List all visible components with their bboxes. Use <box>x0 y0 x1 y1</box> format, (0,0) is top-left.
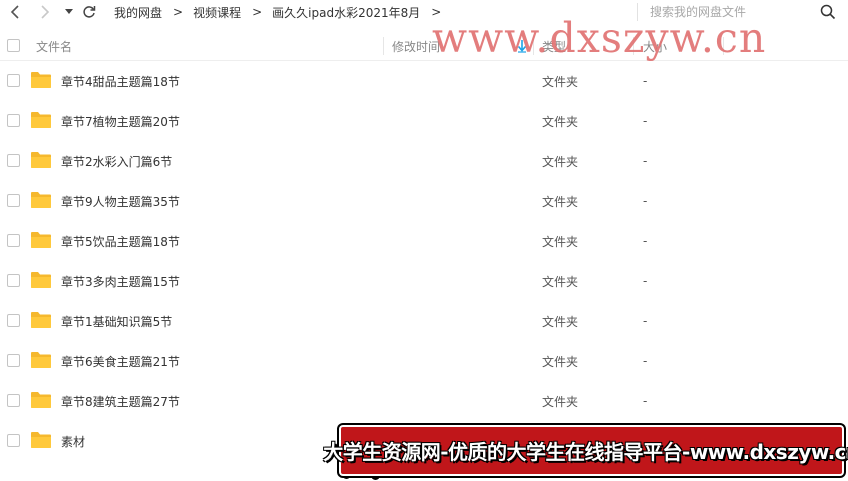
file-row[interactable]: 章节3多肉主题篇15节 文件夹 - <box>0 261 848 301</box>
file-name[interactable]: 章节5饮品主题篇18节 <box>61 221 180 261</box>
file-row[interactable]: 章节2水彩入门篇6节 文件夹 - <box>0 141 848 181</box>
file-name[interactable]: 章节7植物主题篇20节 <box>61 101 180 141</box>
file-size: - <box>643 74 648 88</box>
column-divider <box>383 37 384 55</box>
file-name[interactable]: 章节9人物主题篇35节 <box>61 181 180 221</box>
refresh-button[interactable] <box>80 2 98 22</box>
file-type: 文件夹 <box>542 274 579 289</box>
file-type: 文件夹 <box>542 354 579 369</box>
folder-icon <box>31 392 51 408</box>
file-type: 文件夹 <box>542 74 579 89</box>
folder-icon <box>31 272 51 288</box>
breadcrumb-item-current-folder[interactable]: 画久久ipad水彩2021年8月 <box>268 4 424 21</box>
history-dropdown-button[interactable] <box>62 2 76 22</box>
folder-icon <box>31 192 51 208</box>
file-type: 文件夹 <box>542 114 579 129</box>
file-row[interactable]: 章节1基础知识篇5节 文件夹 - <box>0 301 848 341</box>
row-checkbox[interactable] <box>7 314 20 327</box>
file-row[interactable]: 章节7植物主题篇20节 文件夹 - <box>0 101 848 141</box>
chevron-right-icon <box>41 5 50 19</box>
file-size: - <box>643 274 648 288</box>
file-name[interactable]: 章节4甜品主题篇18节 <box>61 61 180 101</box>
breadcrumb-item-video-courses[interactable]: 视频课程 <box>189 4 245 21</box>
column-header-name[interactable]: 文件名 <box>36 31 72 61</box>
breadcrumb: 我的网盘 > 视频课程 > 画久久ipad水彩2021年8月 > <box>110 0 447 24</box>
row-checkbox[interactable] <box>7 354 20 367</box>
watermark-url: www.dxszyw.cn <box>432 14 767 62</box>
folder-icon <box>31 312 51 328</box>
row-checkbox[interactable] <box>7 234 20 247</box>
file-type: 文件夹 <box>542 394 579 409</box>
folder-icon <box>31 232 51 248</box>
folder-icon <box>31 352 51 368</box>
file-size: - <box>643 394 648 408</box>
file-type: 文件夹 <box>542 234 579 249</box>
row-checkbox[interactable] <box>7 194 20 207</box>
file-size: - <box>643 234 648 248</box>
file-name[interactable]: 素材 <box>61 421 85 461</box>
file-type: 文件夹 <box>542 194 579 209</box>
row-checkbox[interactable] <box>7 114 20 127</box>
select-all-checkbox[interactable] <box>7 39 20 52</box>
back-button[interactable] <box>6 2 24 22</box>
row-checkbox[interactable] <box>7 394 20 407</box>
file-size: - <box>643 354 648 368</box>
file-size: - <box>643 154 648 168</box>
file-type: 文件夹 <box>542 154 579 169</box>
folder-icon <box>31 432 51 448</box>
file-name[interactable]: 章节3多肉主题篇15节 <box>61 261 180 301</box>
file-size: - <box>643 114 648 128</box>
file-name[interactable]: 章节2水彩入门篇6节 <box>61 141 172 181</box>
row-checkbox[interactable] <box>7 274 20 287</box>
breadcrumb-item-my-drive[interactable]: 我的网盘 <box>110 4 166 21</box>
file-name[interactable]: 章节6美食主题篇21节 <box>61 341 180 381</box>
watermark-banner-text: 大学生资源网-优质的大学生在线指导平台-www.dxszyw.cn <box>323 440 848 464</box>
file-type: 文件夹 <box>542 314 579 329</box>
row-checkbox[interactable] <box>7 74 20 87</box>
file-size: - <box>643 314 648 328</box>
breadcrumb-separator: > <box>173 5 184 19</box>
forward-button[interactable] <box>36 2 54 22</box>
folder-icon <box>31 72 51 88</box>
search-icon[interactable] <box>820 4 836 20</box>
breadcrumb-separator: > <box>252 5 263 19</box>
folder-icon <box>31 152 51 168</box>
folder-icon <box>31 112 51 128</box>
file-name[interactable]: 章节8建筑主题篇27节 <box>61 381 180 421</box>
caret-down-icon <box>65 9 73 14</box>
file-row[interactable]: 章节9人物主题篇35节 文件夹 - <box>0 181 848 221</box>
refresh-icon <box>83 6 96 18</box>
chevron-left-icon <box>10 5 19 19</box>
file-row[interactable]: 章节4甜品主题篇18节 文件夹 - <box>0 61 848 101</box>
file-name[interactable]: 章节1基础知识篇5节 <box>61 301 172 341</box>
row-checkbox[interactable] <box>7 154 20 167</box>
file-row[interactable]: 章节8建筑主题篇27节 文件夹 - <box>0 381 848 421</box>
watermark-banner: 大学生资源网-优质的大学生在线指导平台-www.dxszyw.cn <box>323 425 848 476</box>
file-size: - <box>643 194 648 208</box>
file-row[interactable]: 章节6美食主题篇21节 文件夹 - <box>0 341 848 381</box>
file-row[interactable]: 章节5饮品主题篇18节 文件夹 - <box>0 221 848 261</box>
row-checkbox[interactable] <box>7 434 20 447</box>
